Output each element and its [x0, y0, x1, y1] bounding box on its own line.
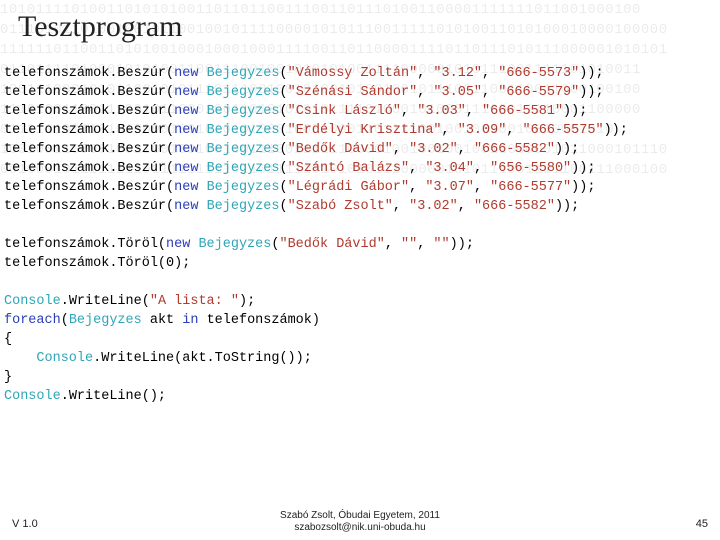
author-credit: Szabó Zsolt, Óbudai Egyetem, 2011 szaboz… — [280, 510, 440, 534]
author-line2: szabozsolt@nik.uni-obuda.hu — [294, 522, 425, 533]
page-title: Tesztprogram — [18, 10, 183, 44]
slide-footer: V 1.0 Szabó Zsolt, Óbudai Egyetem, 2011 … — [0, 504, 720, 540]
author-line1: Szabó Zsolt, Óbudai Egyetem, 2011 — [280, 510, 440, 521]
version-label: V 1.0 — [12, 518, 38, 530]
page-number: 45 — [696, 518, 708, 530]
code-listing: telefonszámok.Beszúr(new Bejegyzes("Vámo… — [0, 64, 720, 406]
